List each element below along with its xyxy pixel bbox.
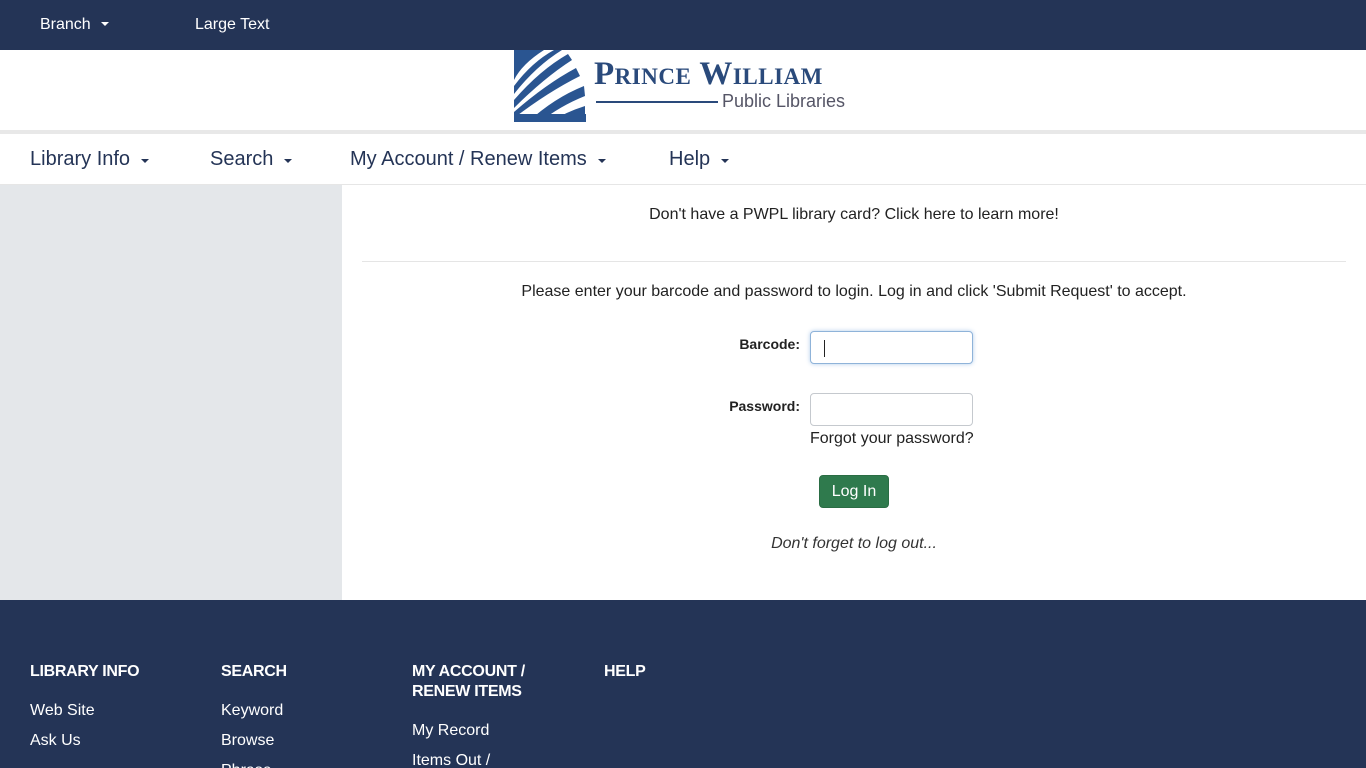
card-note-suffix: to learn more! [955,206,1059,223]
forgot-password-link[interactable]: Forgot your password? [810,430,974,448]
password-label: Password: [729,398,800,414]
branch-dropdown[interactable]: Branch [40,16,109,34]
barcode-input[interactable] [810,331,973,364]
footer-column-my-account: My Account / Renew Items My Record Items… [412,662,562,768]
large-text-label: Large Text [195,16,270,33]
left-sidebar [0,185,342,600]
nav-help[interactable]: Help [669,148,730,171]
nav-search[interactable]: Search [210,148,293,171]
footer-link-phrase[interactable]: Phrase [221,756,391,768]
footer-link-web-site[interactable]: Web Site [30,696,200,726]
footer-column-search: Search Keyword Browse Phrase [221,662,391,768]
text-cursor [824,340,825,357]
nav-label: Help [669,148,711,170]
content-divider [362,261,1346,262]
site-header: Prince William Public Libraries [0,50,1366,130]
chevron-down-icon [284,158,293,163]
footer-link-ask-us[interactable]: Ask Us [30,726,200,756]
logo-divider [596,101,718,103]
footer-column-library-info: Library Info Web Site Ask Us [30,662,200,756]
chevron-down-icon [100,22,109,26]
login-instructions: Please enter your barcode and password t… [521,283,1187,300]
password-input[interactable] [810,393,973,426]
log-in-button[interactable]: Log In [819,475,889,508]
footer-heading: Library Info [30,663,140,680]
chevron-down-icon [721,158,730,163]
footer-link-browse[interactable]: Browse [221,726,391,756]
nav-label: Library Info [30,148,131,170]
nav-my-account[interactable]: My Account / Renew Items [350,148,606,171]
library-logo[interactable]: Prince William Public Libraries [514,50,859,124]
logo-emblem-icon [514,50,586,122]
chevron-down-icon [141,158,150,163]
footer-link-items-out[interactable]: Items Out / [412,746,562,768]
branch-label: Branch [40,16,91,33]
logo-title: Prince William [594,56,823,92]
login-panel: Don't have a PWPL library card? Click he… [342,185,1366,600]
library-card-note: Don't have a PWPL library card? Click he… [342,206,1366,224]
chevron-down-icon [597,158,606,163]
footer-link-keyword[interactable]: Keyword [221,696,391,726]
barcode-label: Barcode: [739,336,800,352]
footer-heading: Search [221,663,287,680]
footer-heading: Help [604,663,646,680]
large-text-toggle[interactable]: Large Text [195,16,269,34]
footer-link-my-record[interactable]: My Record [412,716,562,746]
top-utility-bar: Branch Large Text [0,0,1366,50]
footer-heading: My Account / Renew Items [412,663,525,700]
main-nav: Library Info Search My Account / Renew I… [0,134,1366,185]
nav-label: Search [210,148,274,170]
footer-column-help: Help [604,662,774,682]
site-footer: Library Info Web Site Ask Us Search Keyw… [0,600,1366,768]
learn-more-link[interactable]: Click here [885,206,956,223]
card-note-prefix: Don't have a PWPL library card? [649,206,885,223]
nav-library-info[interactable]: Library Info [30,148,150,171]
nav-label: My Account / Renew Items [350,148,587,170]
logo-subtitle: Public Libraries [722,91,846,111]
logout-reminder: Don't forget to log out... [771,535,937,552]
